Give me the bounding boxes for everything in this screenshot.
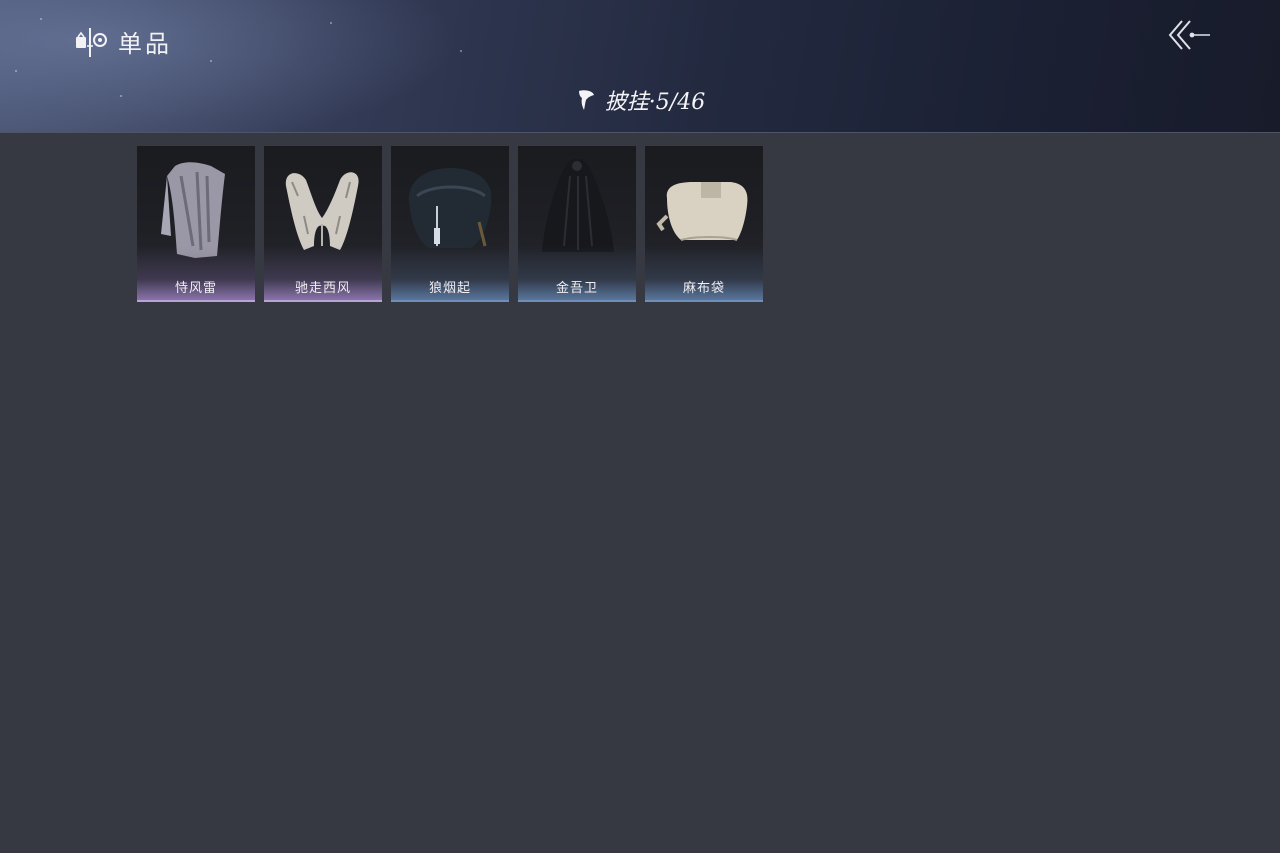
- header-banner: 单品 披挂·5/46: [0, 0, 1280, 133]
- item-grid: 恃风雷 驰走西风 狼烟起 金吾卫 麻布袋: [137, 146, 763, 302]
- rarity-edge: [518, 300, 636, 302]
- star-decoration: [40, 18, 42, 20]
- item-card[interactable]: 麻布袋: [645, 146, 763, 302]
- rarity-edge: [391, 300, 509, 302]
- star-decoration: [15, 70, 17, 72]
- back-arrow-icon[interactable]: [1166, 17, 1212, 53]
- star-decoration: [460, 50, 462, 52]
- star-decoration: [330, 22, 332, 24]
- rarity-edge: [137, 300, 255, 302]
- rarity-edge: [645, 300, 763, 302]
- page-title: 单品: [118, 30, 172, 58]
- cape-icon: [578, 90, 594, 110]
- category-header: 披挂·5/46: [0, 84, 1280, 116]
- category-label: 披挂·5/46: [604, 90, 706, 115]
- item-name: 金吾卫: [555, 281, 598, 296]
- rarity-edge: [264, 300, 382, 302]
- item-card[interactable]: 狼烟起: [391, 146, 509, 302]
- item-name: 狼烟起: [428, 281, 471, 296]
- item-card[interactable]: 驰走西风: [264, 146, 382, 302]
- collection-icon: [76, 27, 107, 57]
- item-name: 驰走西风: [294, 281, 351, 296]
- item-card[interactable]: 恃风雷: [137, 146, 255, 302]
- star-decoration: [210, 60, 212, 62]
- brand: 单品: [74, 24, 172, 59]
- item-name: 恃风雷: [174, 281, 217, 296]
- item-name: 麻布袋: [682, 281, 725, 296]
- item-card[interactable]: 金吾卫: [518, 146, 636, 302]
